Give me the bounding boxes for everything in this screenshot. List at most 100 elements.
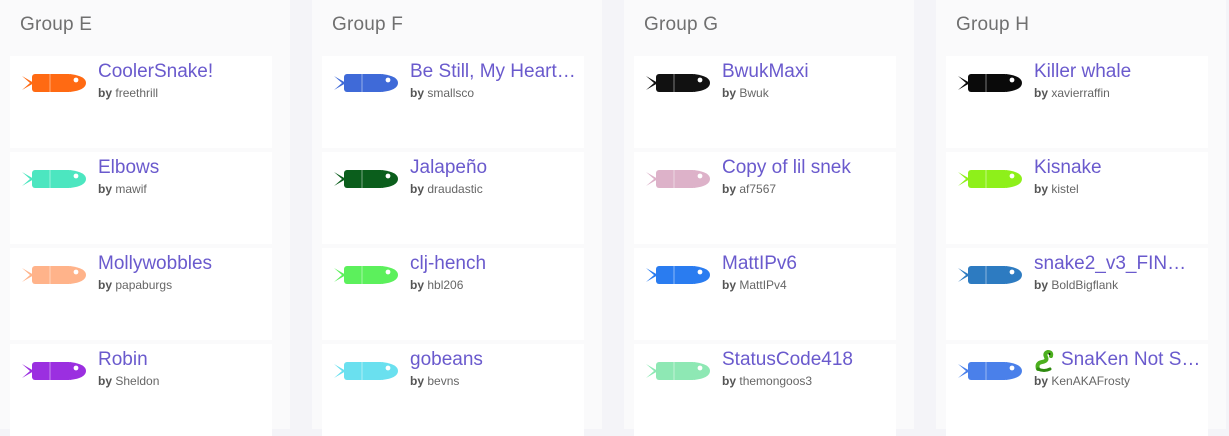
snake-author-line: by KenAKAFrosty <box>1034 374 1130 388</box>
snake-name-link[interactable]: Mollywobbles <box>98 253 273 275</box>
snake-card[interactable]: StatusCode418 by themongoos3 <box>634 344 896 436</box>
snake-avatar-icon <box>332 260 400 290</box>
by-label: by <box>722 182 737 196</box>
snake-author: bevns <box>427 374 460 388</box>
snake-card[interactable]: clj-hench by hbl206 <box>322 248 584 340</box>
snake-emoji-icon <box>1034 349 1054 373</box>
snake-avatar-icon <box>644 356 712 386</box>
by-label: by <box>98 86 113 100</box>
snake-avatar-icon <box>644 68 712 98</box>
group-title: Group G <box>644 14 719 35</box>
by-label: by <box>98 278 113 292</box>
snake-name-link[interactable]: SnaKen Not S… <box>1061 349 1211 371</box>
snake-card[interactable]: Elbows by mawif <box>10 152 272 244</box>
snake-card[interactable]: MattIPv6 by MattIPv4 <box>634 248 896 340</box>
snake-name-link[interactable]: Elbows <box>98 157 273 179</box>
snake-avatar-icon <box>20 356 88 386</box>
snake-author-line: by BoldBigflank <box>1034 278 1118 292</box>
by-label: by <box>98 374 113 388</box>
by-label: by <box>1034 374 1049 388</box>
by-label: by <box>410 374 425 388</box>
snake-card[interactable]: BwukMaxi by Bwuk <box>634 56 896 148</box>
snake-name-link[interactable]: CoolerSnake! <box>98 61 273 83</box>
snake-name-link[interactable]: BwukMaxi <box>722 61 897 83</box>
snake-card[interactable]: Be Still, My Heart… by smallsco <box>322 56 584 148</box>
snake-name-link[interactable]: gobeans <box>410 349 585 371</box>
by-label: by <box>722 374 737 388</box>
snake-author: MattIPv4 <box>739 278 787 292</box>
snake-author: xavierraffin <box>1051 86 1110 100</box>
snake-avatar-icon <box>20 260 88 290</box>
snake-avatar-icon <box>956 260 1024 290</box>
snake-card[interactable]: Copy of lil snek by af7567 <box>634 152 896 244</box>
snake-author-line: by freethrill <box>98 86 158 100</box>
snake-author-line: by mawif <box>98 182 147 196</box>
group-title: Group E <box>20 14 93 35</box>
by-label: by <box>722 278 737 292</box>
group-title: Group F <box>332 14 404 35</box>
snake-name-link[interactable]: Killer whale <box>1034 61 1209 83</box>
snake-author-line: by papaburgs <box>98 278 172 292</box>
snake-avatar-icon <box>332 164 400 194</box>
snake-author-line: by MattIPv4 <box>722 278 787 292</box>
snake-avatar-icon <box>332 356 400 386</box>
snake-author-line: by draudastic <box>410 182 483 196</box>
by-label: by <box>98 182 113 196</box>
snake-author: papaburgs <box>115 278 173 292</box>
group-column-f: Group F Be Still, My Heart… by smallsco Ja… <box>312 0 602 436</box>
snake-card[interactable]: Jalapeño by draudastic <box>322 152 584 244</box>
snake-card[interactable]: SnaKen Not S… by KenAKAFrosty <box>946 344 1208 436</box>
snake-name-link[interactable]: Copy of lil snek <box>722 157 897 179</box>
snake-author-line: by af7567 <box>722 182 776 196</box>
snake-name-link[interactable]: clj-hench <box>410 253 585 275</box>
snake-card[interactable]: Mollywobbles by papaburgs <box>10 248 272 340</box>
snake-card[interactable]: snake2_v3_FIN…by BoldBigflank <box>946 248 1208 340</box>
snake-author: freethrill <box>115 86 159 100</box>
by-label: by <box>410 278 425 292</box>
by-label: by <box>1034 86 1049 100</box>
snake-avatar-icon <box>956 164 1024 194</box>
snake-author-line: by kistel <box>1034 182 1079 196</box>
snake-avatar-icon <box>332 68 400 98</box>
snake-avatar-icon <box>20 68 88 98</box>
by-label: by <box>722 86 737 100</box>
snake-card[interactable]: CoolerSnake! by freethrill <box>10 56 272 148</box>
snake-avatar-icon <box>20 164 88 194</box>
snake-avatar-icon <box>956 356 1024 386</box>
snake-author-line: by bevns <box>410 374 459 388</box>
snake-author: BoldBigflank <box>1051 278 1119 292</box>
snake-author-line: by Bwuk <box>722 86 769 100</box>
snake-author: smallsco <box>427 86 475 100</box>
snake-author-line: by Sheldon <box>98 374 159 388</box>
snake-card[interactable]: Killer whale by xavierraffin <box>946 56 1208 148</box>
snake-author: Bwuk <box>739 86 769 100</box>
by-label: by <box>1034 182 1049 196</box>
by-label: by <box>410 182 425 196</box>
snake-author-line: by xavierraffin <box>1034 86 1110 100</box>
snake-author: themongoos3 <box>739 374 813 388</box>
by-label: by <box>1034 278 1049 292</box>
snake-name-link[interactable]: Kisnake <box>1034 157 1209 179</box>
snake-author-line: by hbl206 <box>410 278 463 292</box>
snake-card[interactable]: Kisnake by kistel <box>946 152 1208 244</box>
group-title: Group H <box>956 14 1030 35</box>
group-column-h: Group H Killer whale by xavierraffin Kisna… <box>936 0 1226 436</box>
snake-author-line: by themongoos3 <box>722 374 812 388</box>
snake-avatar-icon <box>644 164 712 194</box>
snake-name-link[interactable]: MattIPv6 <box>722 253 897 275</box>
snake-author: mawif <box>115 182 147 196</box>
snake-card[interactable]: Robin by Sheldon <box>10 344 272 436</box>
snake-author: Sheldon <box>115 374 160 388</box>
group-column-e: Group E CoolerSnake! by freethrill Elbows b… <box>0 0 290 436</box>
snake-name-link[interactable]: StatusCode418 <box>722 349 897 371</box>
snake-avatar-icon <box>956 68 1024 98</box>
snake-name-link[interactable]: Jalapeño <box>410 157 585 179</box>
snake-name-link[interactable]: snake2_v3_FIN… <box>1034 253 1209 275</box>
snake-author: KenAKAFrosty <box>1051 374 1131 388</box>
snake-name-link[interactable]: Be Still, My Heart… <box>410 61 585 83</box>
snake-author: hbl206 <box>427 278 464 292</box>
snake-card[interactable]: gobeans by bevns <box>322 344 584 436</box>
snake-avatar-icon <box>644 260 712 290</box>
snake-name-link[interactable]: Robin <box>98 349 273 371</box>
snake-author: kistel <box>1051 182 1079 196</box>
